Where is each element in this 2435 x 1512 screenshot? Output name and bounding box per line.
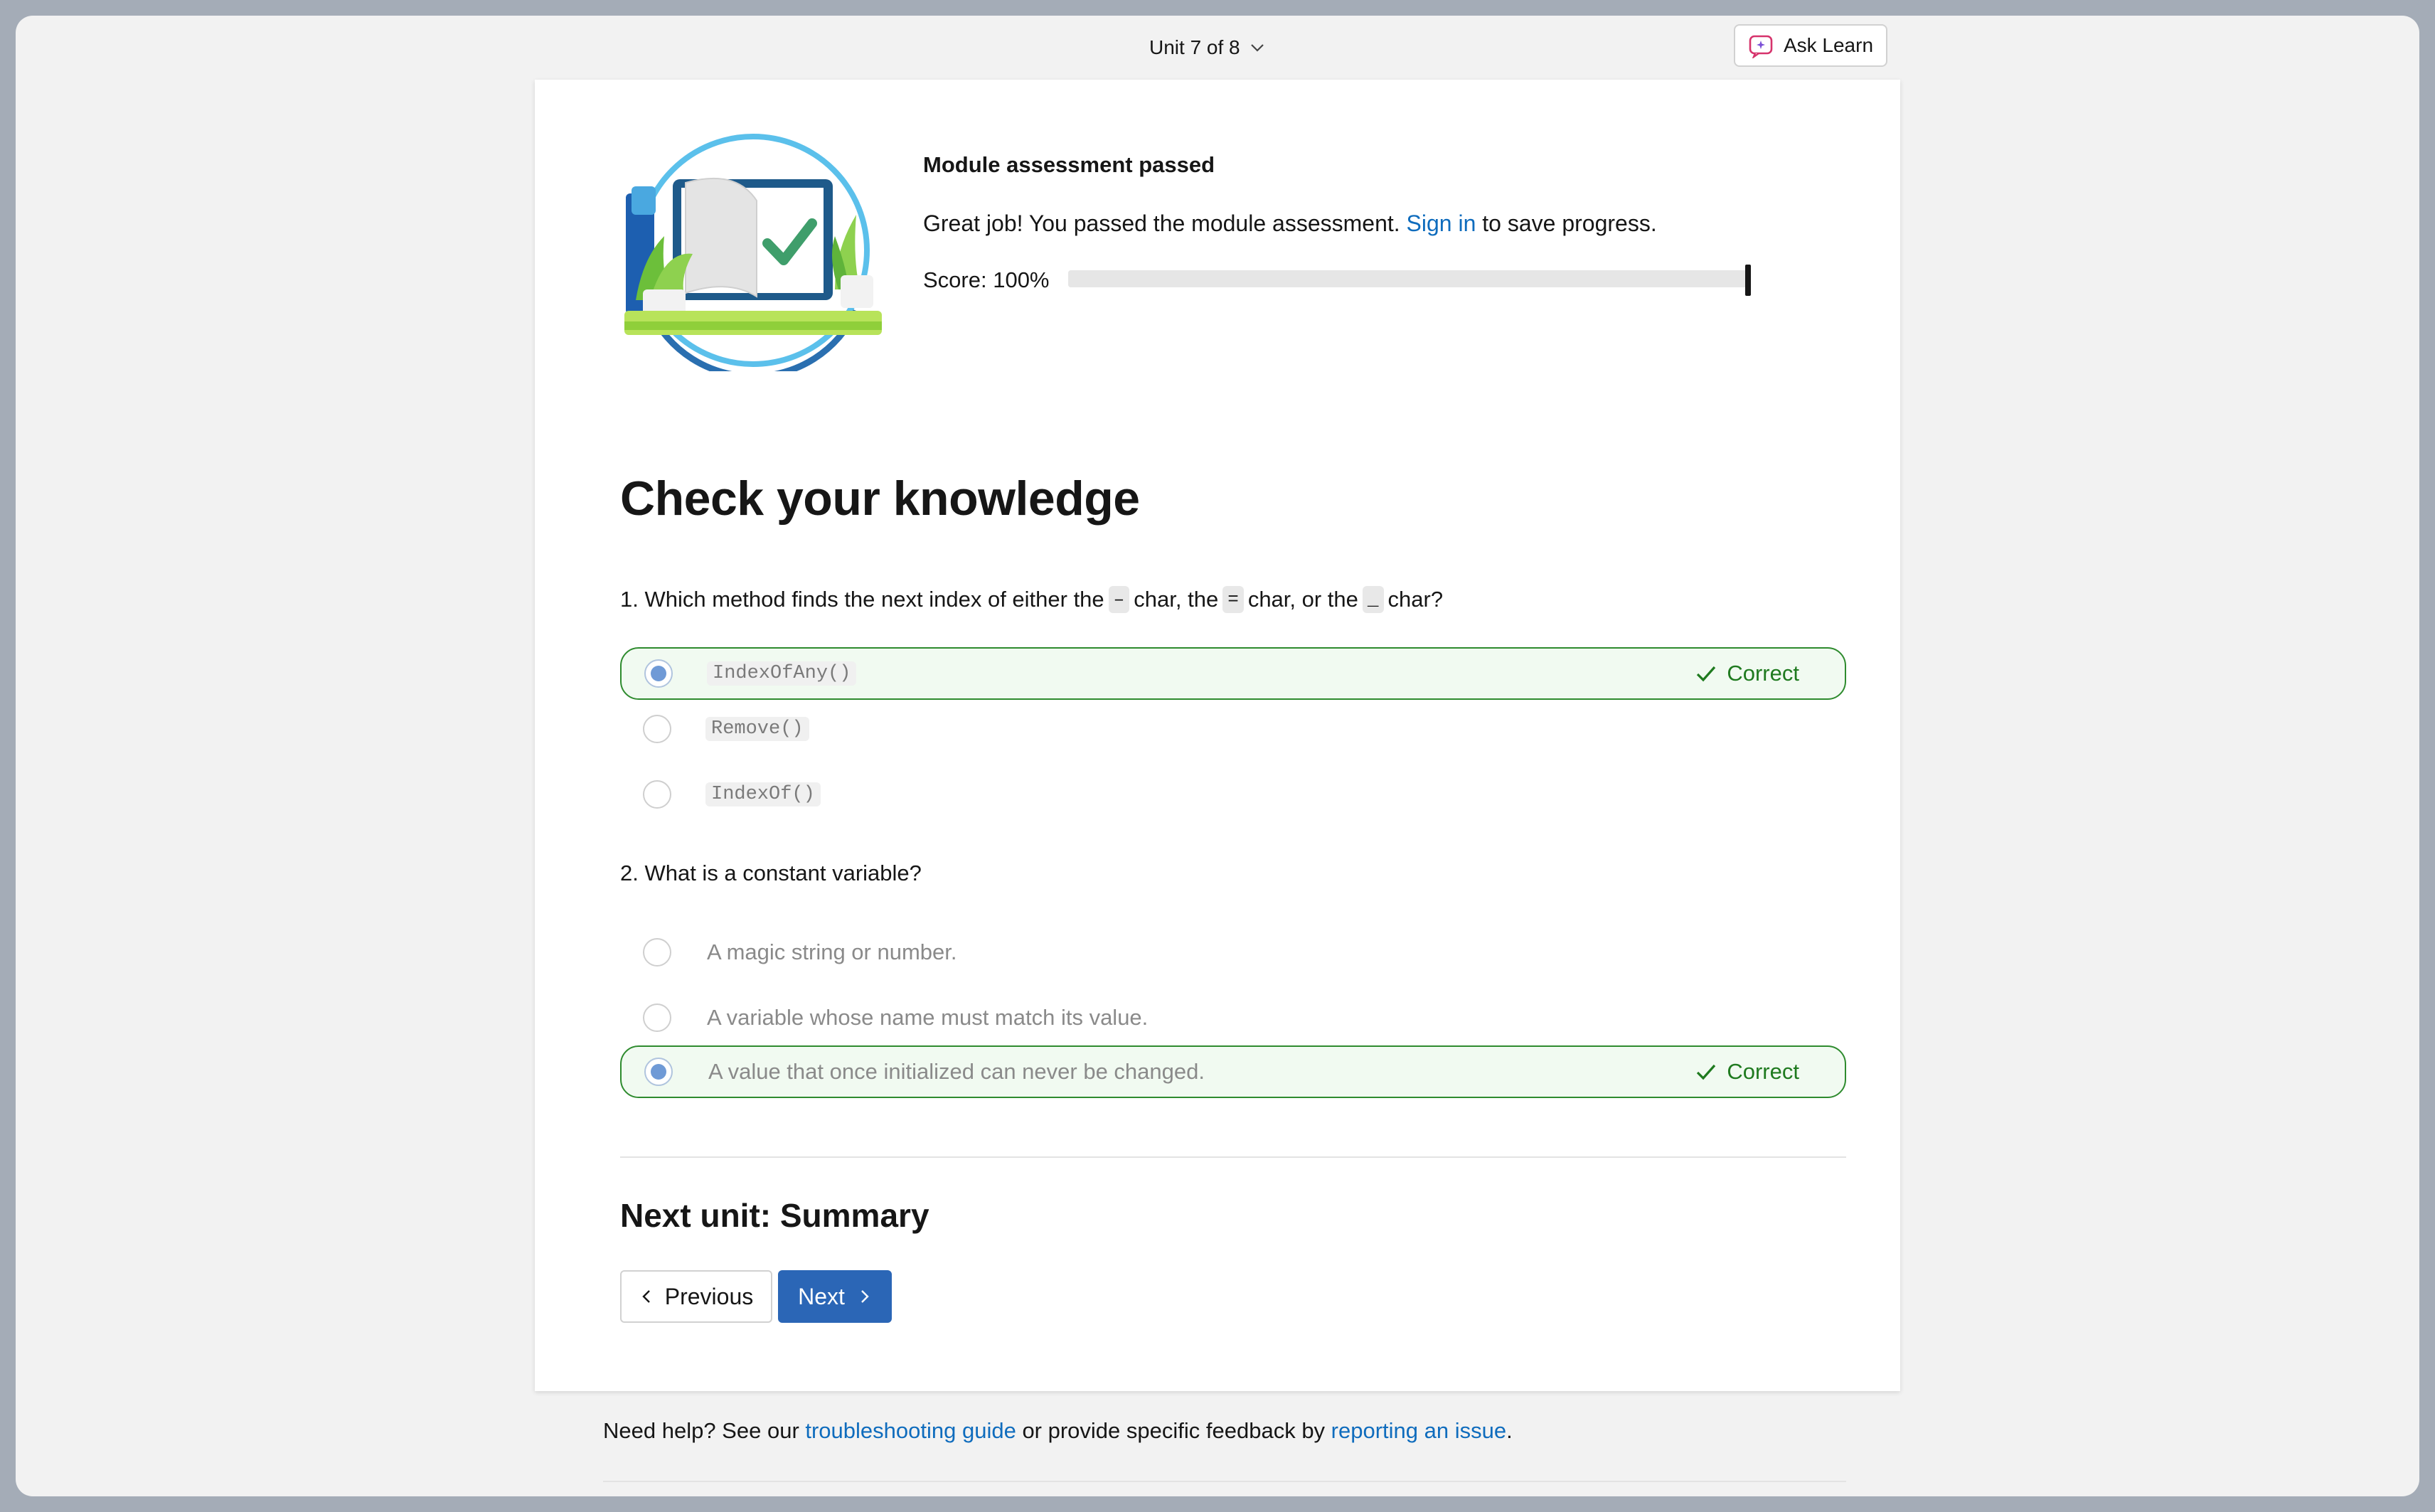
- page-title: Check your knowledge: [620, 472, 1140, 526]
- question-1-prompt: 1. Which method finds the next index of …: [620, 586, 1443, 613]
- question-1-text-a: 1. Which method finds the next index of …: [620, 587, 1104, 612]
- assessment-title: Module assessment passed: [923, 152, 1215, 177]
- option-label: Remove(): [705, 717, 809, 741]
- question-2-option-1[interactable]: A magic string or number.: [620, 926, 1846, 979]
- radio-button-selected[interactable]: [644, 1058, 673, 1086]
- previous-button-label: Previous: [664, 1283, 754, 1309]
- assessment-passed-illustration: [624, 134, 882, 371]
- help-prefix: Need help? See our: [603, 1418, 806, 1443]
- question-1-option-3[interactable]: IndexOf(): [620, 768, 1846, 821]
- radio-button[interactable]: [643, 1003, 671, 1032]
- score-progress-marker: [1745, 265, 1751, 296]
- checkmark-icon: [1697, 666, 1716, 682]
- reporting-an-issue-link[interactable]: reporting an issue: [1331, 1418, 1506, 1443]
- sign-in-link[interactable]: Sign in: [1407, 211, 1476, 236]
- chevron-right-icon: [861, 1290, 869, 1303]
- chevron-down-icon: [1250, 44, 1264, 52]
- section-divider: [620, 1156, 1846, 1158]
- unit-selector[interactable]: Unit 7 of 8: [1149, 31, 1266, 64]
- question-2-option-3[interactable]: A value that once initialized can never …: [620, 1045, 1846, 1098]
- assessment-message-suffix: to save progress.: [1476, 211, 1657, 236]
- help-suffix: .: [1506, 1418, 1513, 1443]
- next-button-label: Next: [798, 1283, 845, 1309]
- score-row: Score: 100%: [923, 265, 1751, 296]
- help-middle: or provide specific feedback by: [1016, 1418, 1331, 1443]
- score-label: Score: 100%: [923, 267, 1050, 292]
- footer-divider: [603, 1481, 1846, 1482]
- score-progress-fill: [1068, 270, 1751, 287]
- browser-window: Unit 7 of 8 Ask Learn Module assessment …: [16, 16, 2419, 1496]
- correct-label: Correct: [1727, 1059, 1799, 1084]
- troubleshooting-guide-link[interactable]: troubleshooting guide: [805, 1418, 1016, 1443]
- question-1-code-underscore: _: [1362, 586, 1384, 613]
- radio-button-selected[interactable]: [644, 659, 673, 688]
- chevron-left-icon: [642, 1290, 650, 1303]
- question-2-option-2[interactable]: A variable whose name must match its val…: [620, 991, 1846, 1044]
- next-button[interactable]: Next: [778, 1270, 892, 1323]
- assessment-message-prefix: Great job! You passed the module assessm…: [923, 211, 1407, 236]
- option-label: A value that once initialized can never …: [708, 1059, 1205, 1084]
- checkmark-icon: [1697, 1064, 1716, 1080]
- question-1-code-dash: –: [1108, 586, 1130, 613]
- question-1-text-d: char?: [1387, 587, 1444, 612]
- question-2-prompt: 2. What is a constant variable?: [620, 861, 922, 885]
- next-unit-title: Next unit: Summary: [620, 1197, 929, 1234]
- correct-badge: Correct: [1694, 661, 1799, 686]
- copilot-chat-icon: [1749, 35, 1773, 58]
- option-label: IndexOfAny(): [707, 661, 857, 686]
- question-1-text-c: char, or the: [1247, 587, 1358, 612]
- question-1-option-1[interactable]: IndexOfAny() Correct: [620, 647, 1846, 700]
- question-1-text-b: char, the: [1134, 587, 1219, 612]
- option-label: A variable whose name must match its val…: [707, 1005, 1149, 1030]
- radio-button[interactable]: [643, 780, 671, 809]
- radio-button[interactable]: [643, 715, 671, 743]
- option-label: A magic string or number.: [707, 939, 957, 964]
- previous-button[interactable]: Previous: [620, 1270, 772, 1323]
- radio-button[interactable]: [643, 938, 671, 967]
- ask-learn-label: Ask Learn: [1783, 34, 1874, 56]
- help-text: Need help? See our troubleshooting guide…: [603, 1418, 1513, 1444]
- top-bar: Unit 7 of 8 Ask Learn: [16, 16, 2419, 80]
- unit-selector-label: Unit 7 of 8: [1149, 36, 1240, 58]
- ask-learn-button[interactable]: Ask Learn: [1734, 24, 1887, 67]
- unit-content-card: Module assessment passed Great job! You …: [535, 80, 1900, 1391]
- score-progress-bar: [1068, 265, 1751, 296]
- correct-badge: Correct: [1694, 1059, 1799, 1085]
- assessment-message: Great job! You passed the module assessm…: [923, 211, 1657, 237]
- question-1-code-equals: =: [1222, 586, 1244, 613]
- option-label: IndexOf(): [705, 782, 821, 806]
- correct-label: Correct: [1727, 661, 1799, 686]
- question-1-option-2[interactable]: Remove(): [620, 703, 1846, 755]
